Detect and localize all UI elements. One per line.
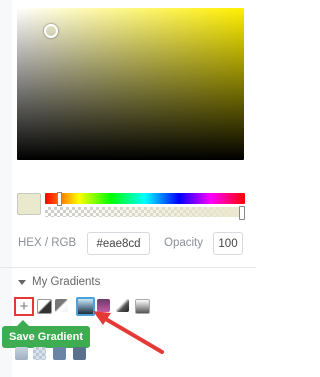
gradient-swatch[interactable] [53,347,66,360]
my-gradients-title: My Gradients [32,276,101,288]
color-preview-swatch [17,193,41,215]
saturation-handle[interactable] [44,24,58,38]
section-divider [0,267,256,268]
my-gradients-toggle[interactable]: My Gradients [18,276,100,288]
gradient-swatch[interactable] [15,347,28,360]
caret-down-icon [18,279,26,285]
save-gradient-tooltip: Save Gradient [2,326,90,348]
gradient-swatch-selected[interactable] [76,297,95,316]
gradient-swatch[interactable] [97,299,110,312]
hue-slider[interactable] [45,193,245,204]
hue-slider-handle[interactable] [57,192,62,206]
gradient-swatch[interactable] [116,299,129,312]
hex-input[interactable]: #eae8cd [87,232,150,255]
gradient-swatch[interactable] [73,347,86,360]
add-gradient-button[interactable]: + [14,297,34,316]
opacity-label: Opacity [164,237,203,249]
plus-icon: + [19,298,29,315]
saturation-value-area[interactable] [17,8,244,160]
gradient-swatch[interactable] [55,299,68,312]
hex-rgb-label: HEX / RGB [18,237,77,249]
color-picker-panel: HEX / RGB #eae8cd Opacity 100 My Gradien… [0,0,256,377]
opacity-input[interactable]: 100 [213,232,243,255]
gradient-swatch[interactable] [33,347,46,360]
gradient-swatch[interactable] [135,299,150,314]
gradient-swatch[interactable] [37,299,52,314]
opacity-slider[interactable] [45,207,245,217]
opacity-slider-handle[interactable] [239,206,245,220]
